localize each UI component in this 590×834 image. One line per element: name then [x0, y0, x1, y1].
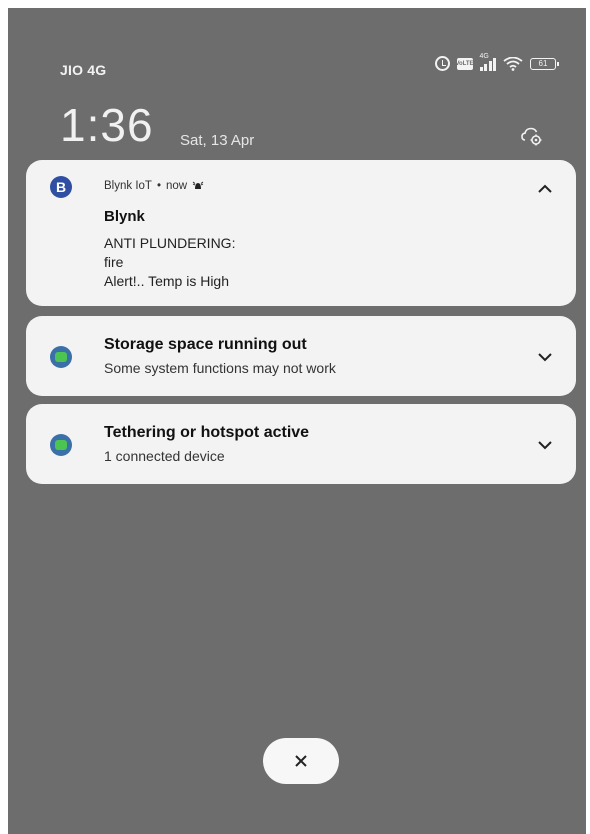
lock-screen: JIO 4G VoLTE 4G 61 1:36 Sat, 13 Apr B Bl…: [8, 8, 586, 834]
separator-dot: •: [156, 180, 161, 192]
notification-time: now: [165, 180, 188, 192]
notification-header: Blynk IoT • now: [104, 180, 204, 192]
status-icons: VoLTE 4G 61: [434, 53, 559, 71]
carrier-label: JIO 4G: [60, 62, 107, 78]
alert-bell-icon: [192, 181, 204, 189]
network-type-label: 4G: [479, 52, 489, 60]
clear-all-button[interactable]: [263, 738, 339, 784]
notification-title: Blynk: [104, 208, 145, 225]
notification-subtitle: 1 connected device: [104, 448, 225, 464]
notification-title: Storage space running out: [104, 336, 307, 353]
notification-storage[interactable]: Storage space running out Some system fu…: [26, 316, 576, 396]
notification-body: ANTI PLUNDERING: fire Alert!.. Temp is H…: [104, 234, 235, 291]
system-android-icon: [50, 346, 72, 368]
clock-time: 1:36: [60, 99, 154, 151]
alarm-icon: [434, 56, 450, 71]
notification-tethering[interactable]: Tethering or hotspot active 1 connected …: [26, 404, 576, 484]
notification-line: Alert!.. Temp is High: [104, 273, 230, 289]
clock-date: Sat, 13 Apr: [180, 132, 255, 149]
volte-icon: VoLTE: [455, 57, 474, 70]
collapse-chevron-up-icon[interactable]: [536, 182, 554, 196]
notification-line: ANTI PLUNDERING:: [104, 235, 236, 251]
system-android-icon: [50, 434, 72, 456]
gear-cloud-icon[interactable]: [520, 124, 544, 148]
notification-title: Tethering or hotspot active: [104, 424, 310, 441]
expand-chevron-down-icon[interactable]: [536, 438, 554, 452]
expand-chevron-down-icon[interactable]: [536, 350, 554, 364]
wifi-icon: [503, 56, 523, 71]
close-icon: [295, 755, 307, 767]
signal-icon: 4G: [479, 53, 496, 71]
blynk-logo: B: [50, 176, 72, 198]
battery-icon: 61: [530, 57, 559, 70]
notification-line: fire: [104, 254, 124, 270]
notification-blynk[interactable]: B Blynk IoT • now Blynk ANTI PLUNDERING:…: [26, 160, 576, 306]
notification-subtitle: Some system functions may not work: [104, 360, 336, 376]
app-name: Blynk IoT: [104, 180, 152, 192]
